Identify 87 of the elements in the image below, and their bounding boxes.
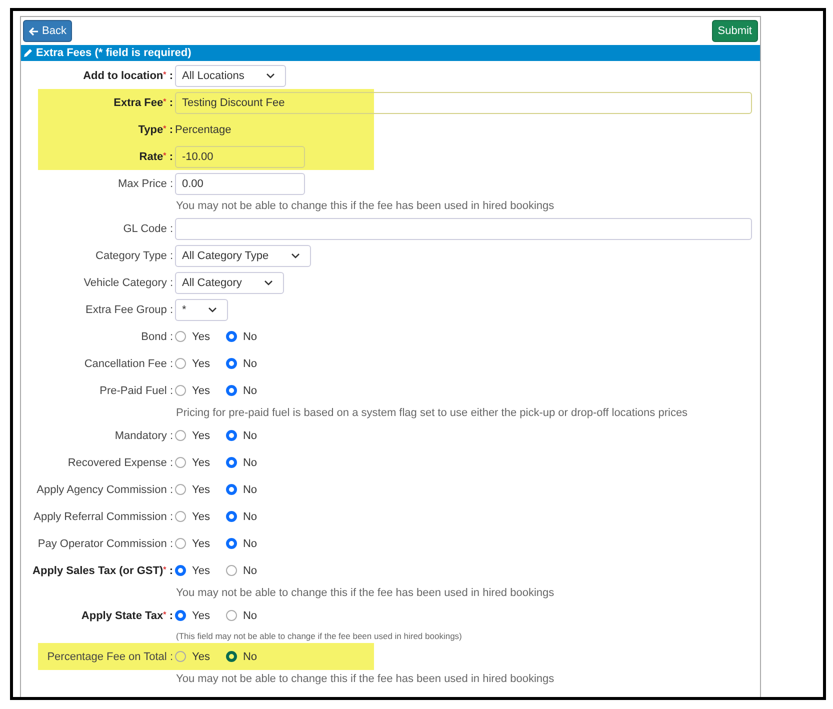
radio-option[interactable]: No	[226, 510, 258, 522]
field-label: Apply State Tax* :	[80, 610, 174, 622]
radio-option[interactable]: No	[226, 538, 258, 550]
dropdown[interactable]: All Category Type	[175, 244, 311, 266]
radio-icon[interactable]	[226, 538, 237, 549]
radio-option[interactable]: Yes	[175, 430, 210, 442]
field-label: Percentage Fee on Total :	[46, 650, 174, 662]
radio-icon[interactable]	[175, 610, 186, 621]
dropdown[interactable]: All Locations	[175, 64, 286, 86]
caret-icon	[290, 252, 300, 258]
help-text: You may not be able to change this if the fee has been used in hired bookings	[176, 200, 554, 212]
radio-option[interactable]: Yes	[175, 650, 210, 662]
radio-option[interactable]: No	[226, 456, 258, 468]
radio-icon[interactable]	[226, 430, 237, 441]
field-value: Percentage	[175, 124, 232, 136]
radio-option[interactable]: Yes	[175, 358, 210, 370]
field-label: Add to location* :	[82, 70, 174, 82]
radio-icon[interactable]	[226, 331, 237, 342]
dropdown[interactable]: *	[175, 298, 228, 320]
radio-icon[interactable]	[226, 385, 237, 396]
radio-icon[interactable]	[175, 358, 186, 369]
field-label: Pre-Paid Fuel :	[98, 384, 174, 396]
field-label: Mandatory :	[114, 430, 174, 442]
field-label: Apply Referral Commission :	[32, 510, 174, 522]
radio-icon[interactable]	[175, 511, 186, 522]
help-text: (This field may not be able to change if the fee been used in hired bookings)	[176, 631, 462, 641]
field-label: Recovered Expense :	[66, 456, 174, 468]
radio-option[interactable]: Yes	[175, 564, 210, 576]
radio-option[interactable]: Yes	[175, 384, 210, 396]
help-text: Pricing for pre-paid fuel is based on a system flag set to use either the pick-up or drop-off locations prices	[176, 407, 688, 419]
submit-button[interactable]: Submit	[712, 20, 758, 42]
radio-option[interactable]: No	[226, 384, 258, 396]
caret-icon	[266, 72, 276, 78]
radio-icon[interactable]	[175, 385, 186, 396]
radio-icon[interactable]	[175, 331, 186, 342]
radio-icon[interactable]	[175, 457, 186, 468]
radio-option[interactable]: Yes	[175, 484, 210, 496]
radio-icon[interactable]	[175, 430, 186, 441]
radio-option[interactable]: No	[226, 484, 258, 496]
dropdown[interactable]: All Category	[175, 272, 284, 294]
field-label: Type* :	[137, 124, 174, 136]
radio-icon[interactable]	[226, 511, 237, 522]
field-label: Category Type :	[94, 250, 174, 262]
radio-icon[interactable]	[175, 651, 186, 662]
radio-option[interactable]: No	[226, 610, 258, 622]
field-label: Max Price :	[116, 178, 174, 190]
caret-icon	[208, 306, 218, 312]
radio-option[interactable]: Yes	[175, 610, 210, 622]
radio-icon[interactable]	[226, 457, 237, 468]
radio-option[interactable]: No	[226, 430, 258, 442]
radio-option[interactable]: Yes	[175, 456, 210, 468]
radio-icon[interactable]	[175, 484, 186, 495]
radio-icon[interactable]	[226, 565, 237, 576]
field-label: GL Code :	[122, 222, 174, 234]
radio-option[interactable]: No	[226, 330, 258, 342]
radio-icon[interactable]	[226, 484, 237, 495]
help-text: You may not be able to change this if the fee has been used in hired bookings	[176, 587, 554, 599]
field-label: Vehicle Category :	[82, 276, 174, 288]
field-label: Extra Fee* :	[112, 96, 174, 108]
pencil-icon	[23, 48, 33, 58]
radio-icon[interactable]	[175, 565, 186, 576]
help-text: You may not be able to change this if the fee has been used in hired bookings	[176, 673, 554, 685]
radio-option[interactable]: Yes	[175, 330, 210, 342]
radio-option[interactable]: Yes	[175, 510, 210, 522]
radio-icon[interactable]	[226, 610, 237, 621]
radio-option[interactable]: No	[226, 358, 258, 370]
caret-icon	[264, 280, 273, 286]
input-field[interactable]: Testing Discount Fee	[175, 92, 752, 114]
radio-option[interactable]: Yes	[175, 538, 210, 550]
field-label: Bond :	[140, 330, 174, 342]
radio-option[interactable]: No	[226, 650, 258, 662]
field-label: Apply Sales Tax (or GST)* :	[32, 564, 174, 576]
input-field[interactable]: -10.00	[175, 146, 305, 168]
field-label: Rate* :	[138, 150, 174, 162]
panel-title: Extra Fees (* field is required)	[36, 47, 192, 59]
field-label: Apply Agency Commission :	[36, 484, 174, 496]
input-field[interactable]	[175, 218, 752, 240]
radio-icon[interactable]	[226, 651, 237, 662]
radio-icon[interactable]	[175, 538, 186, 549]
arrow-left-icon	[29, 26, 39, 36]
back-button[interactable]: Back	[23, 20, 72, 42]
radio-icon[interactable]	[226, 358, 237, 369]
field-label: Extra Fee Group :	[84, 304, 174, 316]
radio-option[interactable]: No	[226, 564, 258, 576]
field-label: Pay Operator Commission :	[36, 538, 174, 550]
input-field[interactable]: 0.00	[175, 172, 305, 194]
field-label: Cancellation Fee :	[83, 358, 174, 370]
